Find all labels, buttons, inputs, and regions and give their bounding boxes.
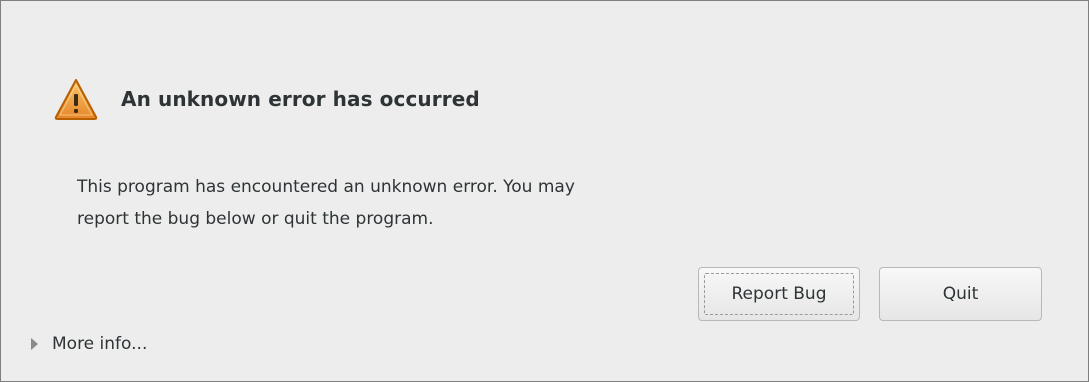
quit-label: Quit [942,284,979,304]
more-info-label: More info... [52,334,148,354]
message-line-2: report the bug below or quit the program… [77,209,434,229]
error-dialog: An unknown error has occurred This progr… [0,0,1089,382]
message-line-1: This program has encountered an unknown … [77,177,575,197]
more-info-expander[interactable]: More info... [31,334,147,354]
dialog-title: An unknown error has occurred [121,87,480,111]
quit-button[interactable]: Quit [879,267,1042,321]
error-message: This program has encountered an unknown … [77,171,777,235]
report-bug-label: Report Bug [731,284,827,304]
warning-icon [53,77,99,121]
expander-triangle-icon [31,338,38,350]
report-bug-button[interactable]: Report Bug [698,267,860,321]
dialog-header: An unknown error has occurred [53,75,480,123]
